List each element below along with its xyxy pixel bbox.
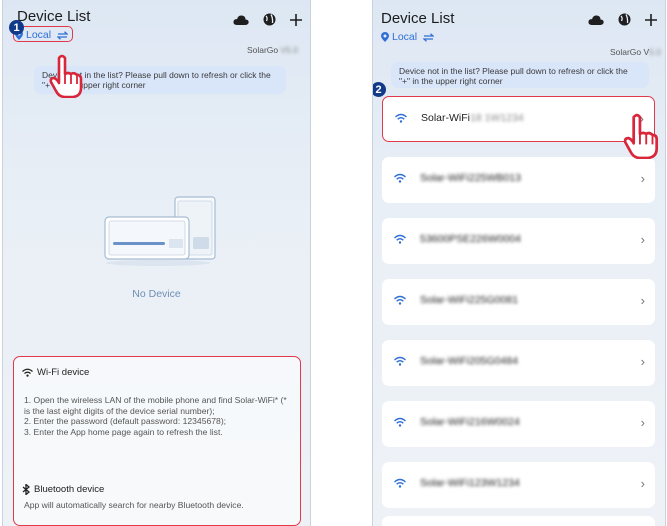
device-name: Solar-WiFi123W1234	[420, 477, 520, 489]
wifi-icon	[394, 173, 406, 183]
location-switch[interactable]: Local	[381, 31, 435, 43]
wifi-icon	[394, 356, 406, 366]
device-row[interactable]: Solar-WiFi225WB013 ›	[382, 157, 655, 203]
device-row[interactable]: Solar-WiFi18 1W1234 ›	[382, 96, 655, 142]
step-badge: 1	[9, 20, 24, 35]
chevron-right-icon: ›	[640, 232, 645, 247]
app-version-label: SolarGo V5.0	[246, 45, 298, 55]
tap-hand-icon	[49, 54, 83, 98]
wifi-icon	[395, 113, 407, 123]
wifi-icon	[394, 295, 406, 305]
wifi-icon	[22, 368, 33, 377]
chevron-right-icon: ›	[640, 476, 645, 491]
globe-icon[interactable]	[618, 13, 631, 26]
connection-help-card: Wi-Fi device 1. Open the wireless LAN of…	[13, 356, 301, 526]
device-row-partial	[382, 516, 655, 526]
top-toolbar	[233, 13, 302, 26]
wifi-icon	[394, 234, 406, 244]
device-row[interactable]: Solar-WiFi225G0081 ›	[382, 279, 655, 325]
page-title: Device List	[381, 10, 455, 27]
bluetooth-section-title: Bluetooth device	[22, 484, 104, 495]
chevron-right-icon: ›	[640, 415, 645, 430]
device-row[interactable]: 53600PSE226W0004 ›	[382, 218, 655, 264]
device-row[interactable]: Solar-WiFi205G0484 ›	[382, 340, 655, 386]
step-badge: 2	[373, 82, 386, 97]
wifi-instructions: 1. Open the wireless LAN of the mobile p…	[24, 395, 287, 437]
page-title: Device List	[17, 8, 91, 25]
bluetooth-instructions: App will automatically search for nearby…	[24, 500, 244, 510]
bluetooth-icon	[22, 484, 30, 495]
top-toolbar	[588, 13, 657, 26]
cloud-icon[interactable]	[233, 14, 249, 26]
chevron-right-icon: ›	[640, 293, 645, 308]
device-name: Solar-WiFi205G0484	[420, 355, 519, 367]
wifi-icon	[394, 478, 406, 488]
refresh-hint-banner: Device not in the list? Please pull down…	[391, 62, 649, 88]
plus-icon[interactable]	[645, 13, 657, 26]
location-pin-icon	[381, 32, 389, 42]
device-name: Solar-WiFi225G0081	[420, 294, 519, 306]
device-name: Solar-WiFi225WB013	[420, 172, 521, 184]
app-version-label: SolarGo V5.0	[609, 47, 661, 57]
globe-icon[interactable]	[263, 13, 276, 26]
empty-state-text: No Device	[132, 288, 181, 300]
device-row[interactable]: Solar-WiFi123W1234 ›	[382, 462, 655, 508]
location-label: Local	[392, 31, 418, 43]
chevron-right-icon: ›	[640, 354, 645, 369]
wifi-section-title: Wi-Fi device	[22, 367, 89, 378]
wifi-icon	[394, 417, 406, 427]
chevron-right-icon: ›	[640, 171, 645, 186]
device-row[interactable]: Solar-WiFi216W0024 ›	[382, 401, 655, 447]
switch-icon	[423, 32, 435, 42]
tap-hand-icon	[623, 113, 659, 159]
device-name: 53600PSE226W0004	[420, 233, 521, 245]
device-name: Solar-WiFi18 1W1234	[421, 112, 524, 124]
device-list-screen-empty: Device List Local SolarGo V5.0 1 Device …	[2, 0, 311, 526]
device-name: Solar-WiFi216W0024	[420, 416, 520, 428]
device-list-screen-found: Device List Local SolarGo V5.0 Device no…	[372, 0, 666, 526]
plus-icon[interactable]	[290, 13, 302, 26]
cloud-icon[interactable]	[588, 14, 604, 26]
no-device-illustration	[104, 196, 216, 266]
